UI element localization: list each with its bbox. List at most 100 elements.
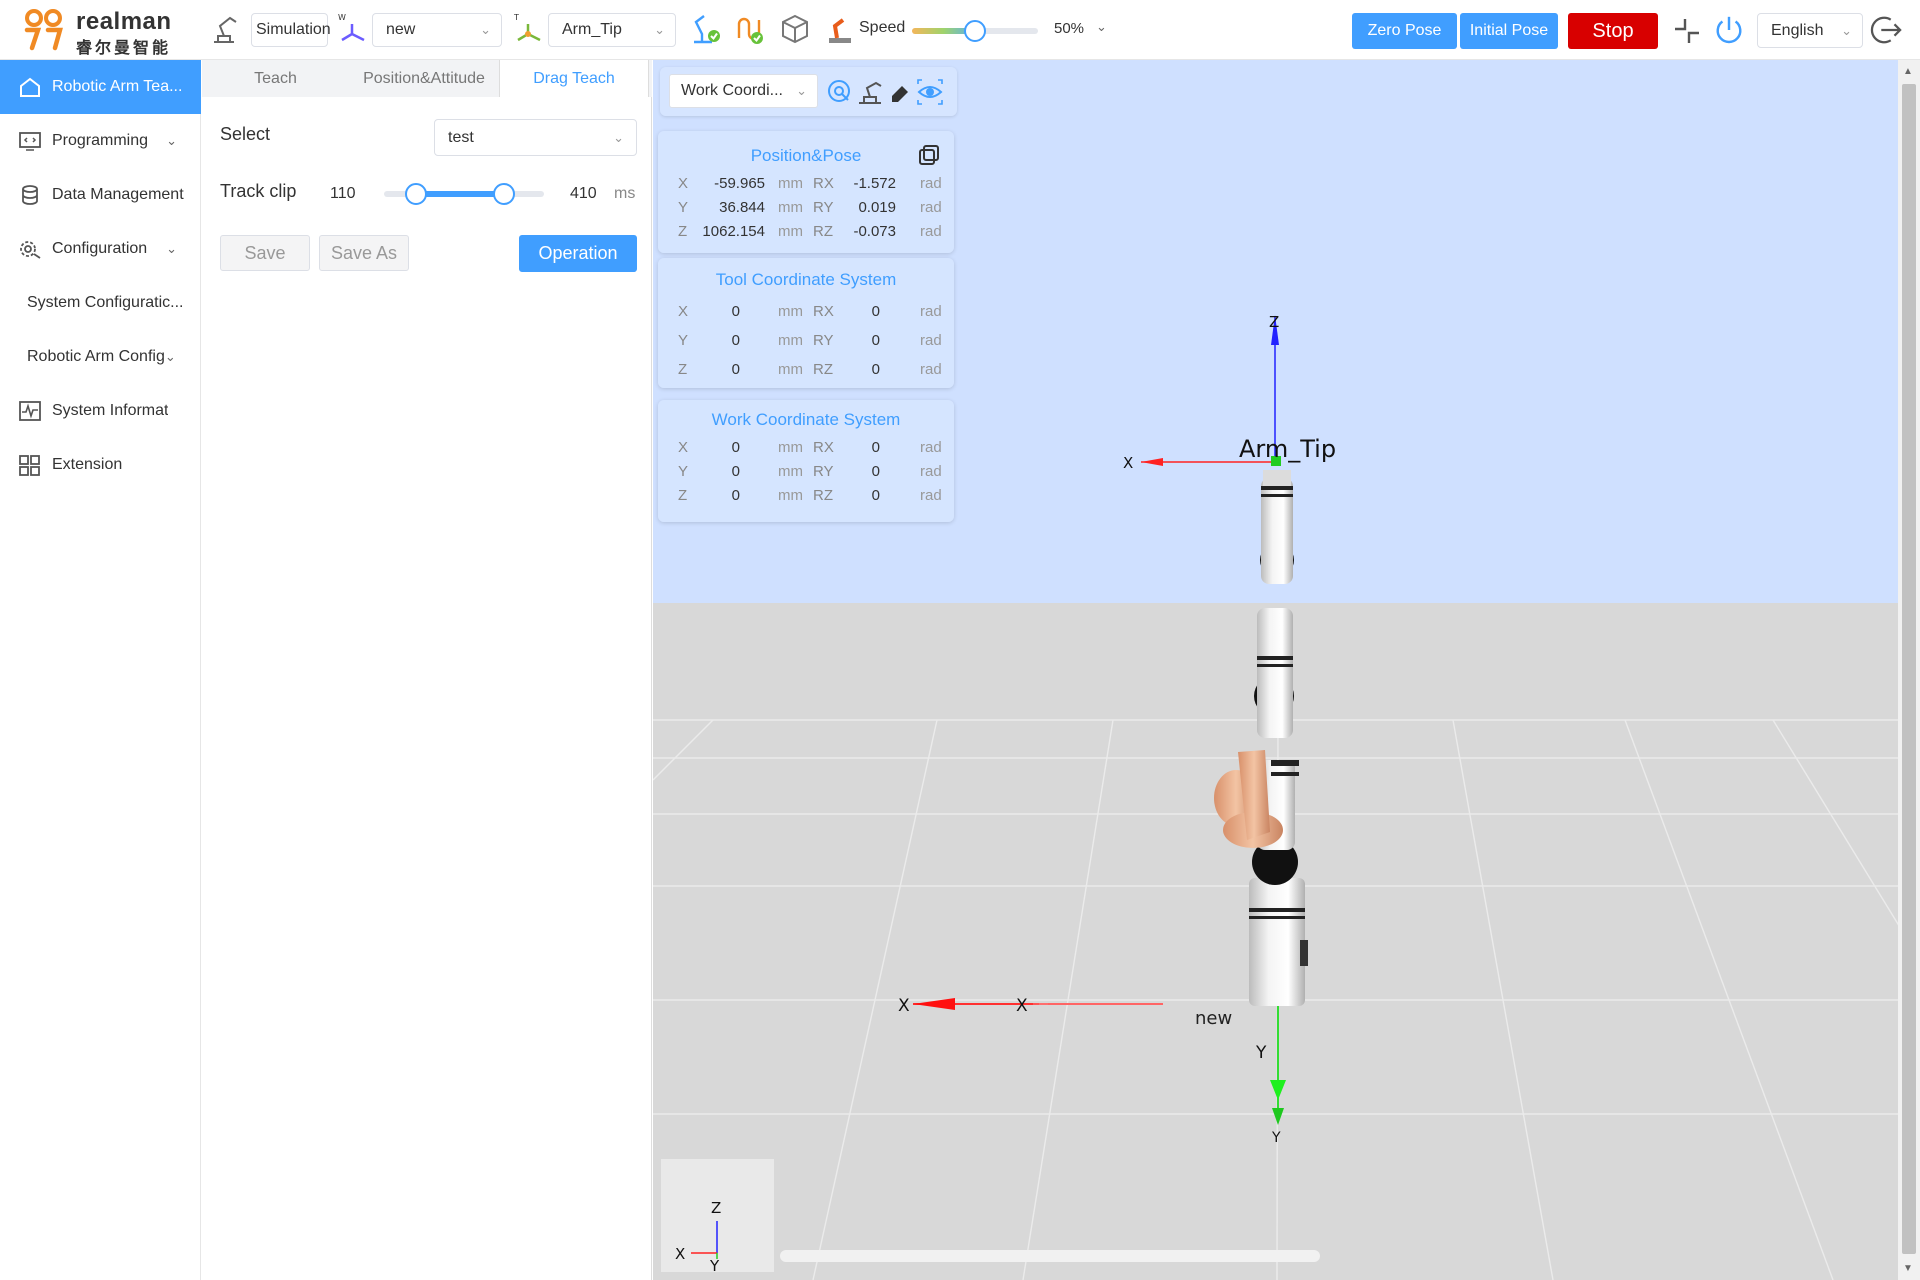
sidebar-item-label: System Informat	[52, 402, 169, 419]
brand-name: realman	[76, 8, 172, 35]
chevron-down-icon: ⌄	[796, 83, 807, 98]
initial-pose-button[interactable]: Initial Pose	[1460, 13, 1558, 49]
sidebar: Robotic Arm Tea... Programming ⌄ Data Ma…	[0, 60, 201, 1280]
3d-viewport[interactable]: X X new Y Y Z X Arm_Tip Work Coordi... ⌄…	[653, 60, 1920, 1280]
operation-button[interactable]: Operation	[519, 235, 637, 272]
copy-icon[interactable]	[917, 143, 941, 167]
sidebar-item-system-configuration[interactable]: System Configuratic...	[27, 276, 197, 330]
pose-value: -59.965	[714, 175, 765, 192]
work-row-y: Y 0 mm RY 0 rad	[658, 463, 954, 487]
tool-row-z: Z 0 mm RZ 0 rad	[658, 361, 954, 385]
pose-runit: rad	[920, 199, 942, 216]
eye-icon[interactable]	[916, 78, 944, 106]
pose-unit: mm	[778, 199, 803, 216]
scrollbar-thumb[interactable]	[1902, 84, 1916, 1254]
language-select[interactable]: English ⌄	[1757, 13, 1863, 48]
scroll-up-icon[interactable]: ▲	[1903, 66, 1913, 77]
pose-rvalue: -1.572	[853, 175, 896, 192]
clip-unit: ms	[614, 185, 636, 202]
sidebar-item-robotic-arm-config[interactable]: Robotic Arm Config⌄	[27, 330, 197, 384]
tool-value: 0	[731, 303, 740, 320]
tool-coordinate-card: Tool Coordinate System X 0 mm RX 0 rad Y…	[658, 258, 954, 388]
track-clip-start-thumb[interactable]	[405, 183, 427, 205]
robot-arm-mode-icon[interactable]	[210, 12, 242, 46]
trajectory-check-icon[interactable]	[733, 12, 765, 46]
sidebar-item-configuration[interactable]: Configuration ⌄	[0, 222, 201, 276]
axis-gizmo[interactable]: Z X Y	[661, 1159, 774, 1275]
speed-slider-thumb[interactable]	[964, 20, 986, 42]
coordinate-system-select[interactable]: Work Coordi... ⌄	[669, 74, 818, 108]
sidebar-item-robotic-arm-teach[interactable]: Robotic Arm Tea...	[0, 60, 201, 114]
sidebar-item-extension[interactable]: Extension	[0, 438, 201, 492]
viewport-vertical-scrollbar[interactable]: ▲ ▼	[1898, 60, 1920, 1280]
home-icon	[20, 77, 40, 97]
robot-base-icon[interactable]	[856, 78, 884, 106]
clip-min-value: 110	[330, 185, 356, 202]
view-toolbar: Work Coordi... ⌄	[660, 67, 957, 116]
tab-position-attitude[interactable]: Position&Attitude	[349, 60, 499, 97]
track-clip-end-thumb[interactable]	[493, 183, 515, 205]
track-clip-slider[interactable]	[384, 183, 544, 205]
tab-teach[interactable]: Teach	[202, 60, 349, 97]
save-as-button[interactable]: Save As	[319, 235, 409, 271]
tool-runit: rad	[920, 361, 942, 378]
chat-search-icon[interactable]	[826, 78, 854, 106]
language-value: English	[1771, 22, 1824, 39]
speed-slider[interactable]	[912, 20, 1038, 42]
pose-row-y: Y 36.844 mm RY 0.019 rad	[658, 199, 954, 223]
position-pose-title: Position&Pose	[750, 146, 862, 165]
chevron-down-icon: ⌄	[654, 22, 665, 37]
robot-connect-icon[interactable]	[690, 12, 722, 46]
work-frame-scene-label: new	[1195, 1008, 1232, 1029]
pulse-icon	[19, 401, 41, 421]
pose-runit: rad	[920, 223, 942, 240]
sidebar-item-label: Robotic Arm Tea...	[52, 78, 183, 95]
chevron-down-icon: ⌄	[164, 349, 176, 364]
pose-row-x: X -59.965 mm RX -1.572 rad	[658, 175, 954, 199]
work-rvalue: 0	[871, 487, 880, 504]
save-button[interactable]: Save	[220, 235, 310, 271]
tool-coordinate-title: Tool Coordinate System	[715, 270, 897, 289]
speed-dropdown-chevron-icon[interactable]: ⌄	[1096, 19, 1107, 35]
speed-label: Speed	[859, 19, 906, 36]
power-icon[interactable]	[1713, 13, 1745, 47]
work-frame-value: new	[386, 21, 416, 38]
tool-rvalue: 0	[871, 361, 880, 378]
work-rvalue: 0	[871, 463, 880, 480]
speed-robot-icon	[829, 18, 851, 43]
work-runit: rad	[920, 487, 942, 504]
tool-frame-select[interactable]: Arm_Tip ⌄	[548, 13, 676, 47]
tool-frame-marker: T	[513, 13, 519, 22]
work-coordinate-card: Work Coordinate System X 0 mm RX 0 rad Y…	[658, 400, 954, 522]
database-icon	[22, 185, 38, 205]
logout-icon[interactable]	[1870, 13, 1902, 47]
sidebar-item-programming[interactable]: Programming ⌄	[0, 114, 201, 168]
tool-row-x: X 0 mm RX 0 rad	[658, 303, 954, 327]
scroll-down-icon[interactable]: ▼	[1903, 1263, 1913, 1274]
eraser-icon[interactable]	[886, 78, 914, 106]
select-label: Select	[220, 124, 271, 144]
brand-subtitle: 睿尔曼智能	[76, 40, 172, 57]
pose-row-z: Z 1062.154 mm RZ -0.073 rad	[658, 223, 954, 247]
track-clip-label: Track clip	[220, 181, 297, 201]
zero-pose-button[interactable]: Zero Pose	[1352, 13, 1457, 49]
cube-view-icon[interactable]	[779, 12, 811, 46]
work-frame-select[interactable]: new ⌄	[372, 13, 502, 47]
stop-button[interactable]: Stop	[1568, 13, 1658, 49]
collapse-icon[interactable]	[1671, 14, 1703, 48]
tab-drag-teach[interactable]: Drag Teach	[499, 60, 649, 97]
sidebar-item-label: Programming	[52, 132, 149, 149]
tool-rvalue: 0	[871, 303, 880, 320]
sidebar-item-data-management[interactable]: Data Management	[0, 168, 201, 222]
pose-unit: mm	[778, 175, 803, 192]
mode-label[interactable]: Simulation	[251, 13, 331, 47]
speed-value: 50%	[1054, 20, 1085, 37]
tool-row-y: Y 0 mm RY 0 rad	[658, 332, 954, 356]
tool-value: 0	[731, 361, 740, 378]
position-pose-card: Position&Pose X -59.965 mm RX -1.572 rad…	[658, 131, 954, 253]
viewport-horizontal-scrollbar[interactable]	[780, 1250, 1320, 1262]
grid-icon	[19, 455, 40, 476]
sidebar-item-system-information[interactable]: System Informat	[0, 384, 201, 438]
gizmo-y-label: Y	[709, 1257, 720, 1272]
trajectory-select[interactable]: test ⌄	[434, 119, 637, 156]
